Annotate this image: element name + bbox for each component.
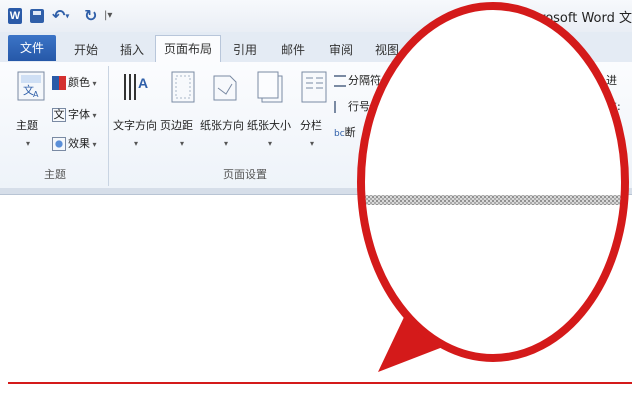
margins-dropdown-icon[interactable]: ▾ [180, 139, 184, 148]
tab-home[interactable]: 开始 [66, 39, 106, 61]
tab-page-layout[interactable]: 页面布局 [155, 35, 221, 63]
redo-icon[interactable]: ↻ [84, 8, 100, 24]
text-direction-label[interactable]: 文字方向 [113, 117, 157, 133]
svg-text:A: A [138, 75, 148, 91]
page-size-icon[interactable] [254, 70, 288, 104]
themes-dropdown-icon[interactable]: ▾ [26, 139, 30, 148]
colors-label: 颜色 [68, 76, 90, 89]
line-numbers-label: 行号 [348, 100, 370, 113]
svg-text:A: A [33, 90, 39, 99]
columns-icon[interactable] [297, 70, 331, 104]
tab-mailings[interactable]: 邮件 [276, 39, 310, 61]
page-setup-group-label: 页面设置 [223, 168, 267, 181]
word-logo-icon[interactable]: W [8, 8, 22, 24]
tab-references[interactable]: 引用 [228, 39, 262, 61]
page-size-dropdown-icon[interactable]: ▾ [268, 139, 272, 148]
orientation-dropdown-icon[interactable]: ▾ [224, 139, 228, 148]
breaks-button[interactable]: 分隔符 [334, 72, 381, 90]
fonts-label: 字体 [68, 108, 90, 121]
indent-left-fragment: 左: [606, 100, 621, 113]
tab-insert[interactable]: 插入 [114, 39, 150, 61]
themes-icon[interactable]: 文 A [14, 70, 48, 104]
line-numbers-button[interactable]: 行号 [334, 98, 370, 116]
effects-label: 效果 [68, 137, 90, 150]
theme-group-label: 主题 [44, 168, 66, 181]
indent-fragment: 进 [606, 74, 617, 87]
colors-icon [52, 76, 66, 90]
text-direction-icon[interactable]: A [120, 70, 154, 104]
effects-icon [52, 137, 66, 151]
columns-dropdown-icon[interactable]: ▾ [310, 139, 314, 148]
ribbon-tabs: 文件 开始 插入 页面布局 引用 邮件 审阅 视图 [0, 32, 632, 63]
margins-icon[interactable] [166, 70, 200, 104]
group-divider [108, 66, 109, 186]
themes-button-label[interactable]: 主题 [16, 117, 38, 133]
document-area[interactable] [0, 195, 632, 403]
window-title: icrosoft Word 文 [529, 11, 632, 26]
hyphenation-icon: bc [334, 129, 345, 139]
tab-view[interactable]: 视图 [370, 39, 404, 61]
line-numbers-icon [334, 101, 346, 113]
text-direction-dropdown-icon[interactable]: ▾ [134, 139, 138, 148]
customize-dropdown-icon[interactable]: |▾ [104, 8, 112, 24]
page-size-label[interactable]: 纸张大小 [247, 117, 291, 133]
tab-review[interactable]: 审阅 [324, 39, 358, 61]
save-icon[interactable] [30, 9, 44, 23]
orientation-icon[interactable] [208, 70, 242, 104]
margins-label[interactable]: 页边距 [160, 117, 193, 133]
effects-button[interactable]: 效果 ▾ [52, 135, 97, 153]
highlight-underline [8, 382, 632, 384]
tab-file[interactable]: 文件 [8, 35, 56, 61]
fonts-icon: 文 [52, 108, 66, 122]
title-bar: W ↶▾ ↻ |▾ icrosoft Word 文 [0, 0, 632, 32]
breaks-label: 分隔符 [348, 74, 381, 87]
undo-icon[interactable]: ↶▾ [52, 8, 72, 24]
breaks-icon [334, 75, 346, 87]
hyphenation-button[interactable]: bc断 [334, 124, 356, 142]
orientation-label[interactable]: 纸张方向 [200, 117, 244, 133]
columns-label[interactable]: 分栏 [300, 117, 322, 133]
colors-button[interactable]: 颜色 ▾ [52, 74, 97, 92]
hyphenation-label: 断 [344, 126, 356, 139]
fonts-button[interactable]: 文字体 ▾ [52, 106, 97, 124]
